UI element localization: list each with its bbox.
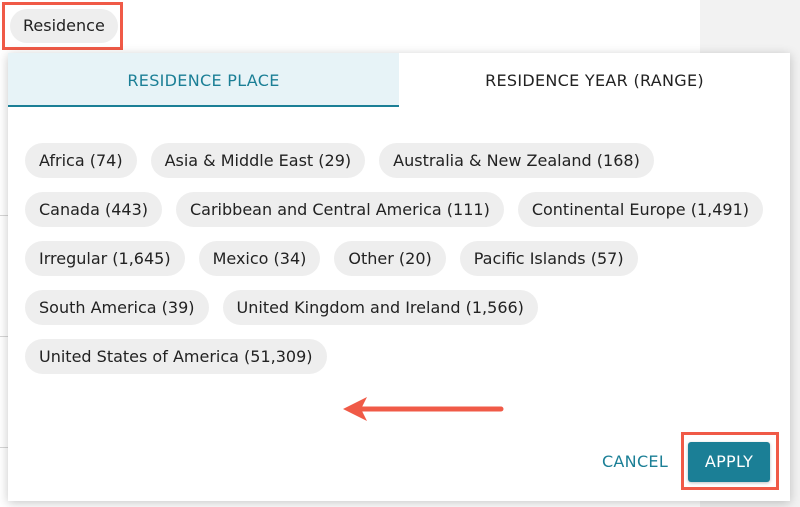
chip-united-kingdom-ireland[interactable]: United Kingdom and Ireland (1,566) (222, 290, 538, 325)
residence-filter-button[interactable]: Residence (10, 9, 118, 43)
chip-row: Africa (74) Asia & Middle East (29) Aust… (25, 143, 775, 178)
apply-button[interactable]: APPLY (688, 442, 770, 482)
chip-pacific-islands[interactable]: Pacific Islands (57) (459, 241, 638, 276)
chip-continental-europe[interactable]: Continental Europe (1,491) (517, 192, 764, 227)
chip-row: United States of America (51,309) (25, 339, 775, 374)
chip-row: South America (39) United Kingdom and Ir… (25, 290, 775, 325)
background-divider (0, 336, 8, 337)
residence-filter-popup: RESIDENCE PLACE RESIDENCE YEAR (RANGE) A… (8, 53, 790, 501)
tab-residence-year-range[interactable]: RESIDENCE YEAR (RANGE) (399, 53, 790, 107)
background-divider (0, 215, 8, 216)
chip-australia-new-zealand[interactable]: Australia & New Zealand (168) (379, 143, 654, 178)
chip-row: Canada (443) Caribbean and Central Ameri… (25, 192, 775, 227)
background-divider (0, 447, 8, 448)
cancel-button[interactable]: CANCEL (594, 444, 676, 480)
chip-irregular[interactable]: Irregular (1,645) (25, 241, 185, 276)
arrow-left-icon (343, 397, 504, 421)
residence-place-chip-list: Africa (74) Asia & Middle East (29) Aust… (25, 143, 775, 388)
chip-united-states-of-america[interactable]: United States of America (51,309) (25, 339, 327, 374)
chip-africa[interactable]: Africa (74) (25, 143, 137, 178)
tab-residence-place[interactable]: RESIDENCE PLACE (8, 53, 399, 107)
tab-bar: RESIDENCE PLACE RESIDENCE YEAR (RANGE) (8, 53, 790, 107)
chip-mexico[interactable]: Mexico (34) (198, 241, 321, 276)
chip-canada[interactable]: Canada (443) (25, 192, 162, 227)
chip-asia-middle-east[interactable]: Asia & Middle East (29) (150, 143, 366, 178)
chip-row: Irregular (1,645) Mexico (34) Other (20)… (25, 241, 775, 276)
page: Residence RESIDENCE PLACE RESIDENCE YEAR… (0, 0, 800, 507)
chip-south-america[interactable]: South America (39) (25, 290, 209, 325)
chip-caribbean-central-america[interactable]: Caribbean and Central America (111) (176, 192, 504, 227)
chip-other[interactable]: Other (20) (334, 241, 446, 276)
